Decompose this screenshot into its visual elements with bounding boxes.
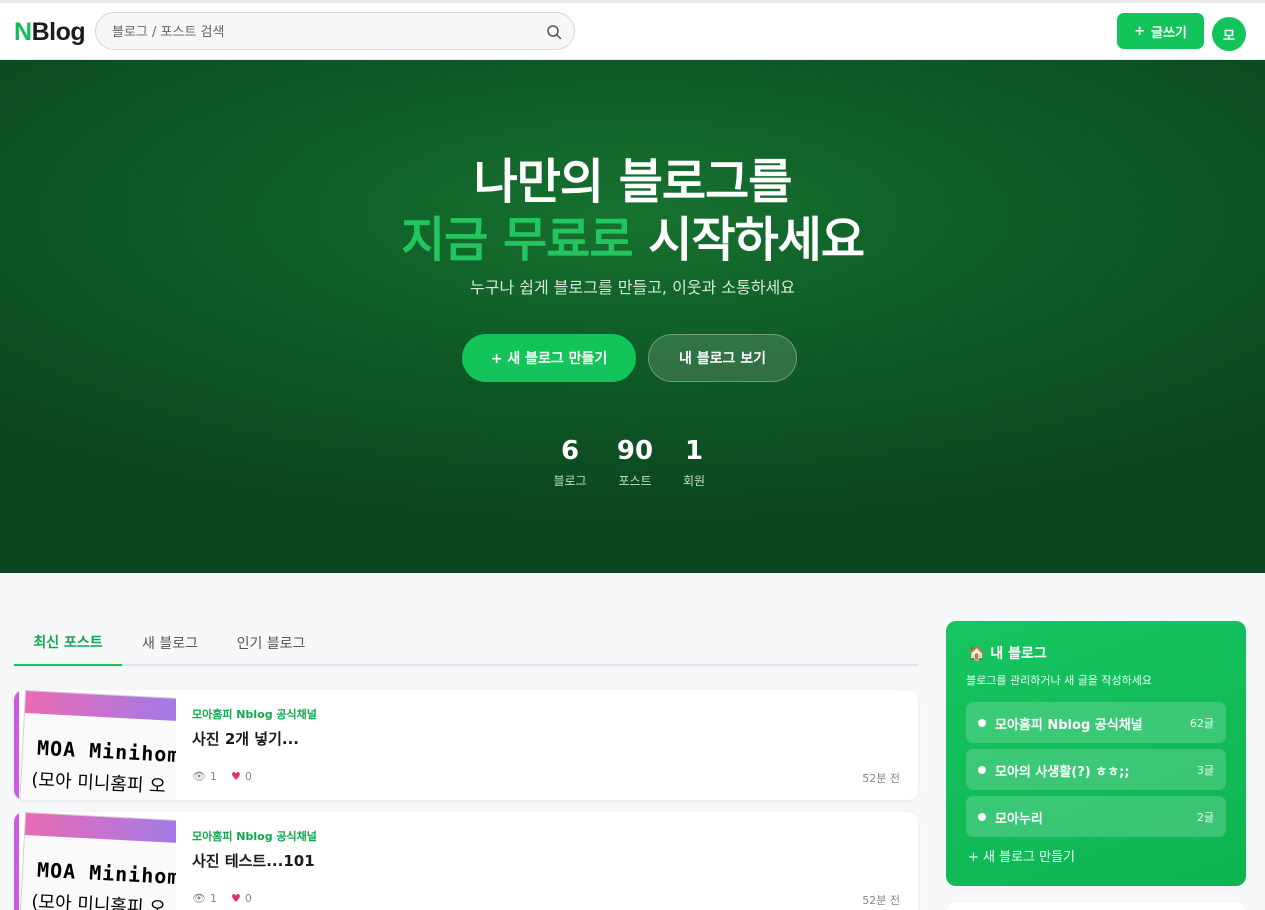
house-icon: 🏠 (968, 646, 986, 662)
post-meta: 👁 1 ♥ 0 (192, 770, 252, 783)
my-blog-item[interactable]: 모아홈피 Nblog 공식채널 62글 (966, 702, 1226, 743)
hero-banner: 나만의 블로그를 지금 무료로 시작하세요 누구나 쉽게 블로그를 만들고, 이… (0, 60, 1265, 573)
search-input[interactable] (112, 22, 532, 42)
tab-latest-posts[interactable]: 최신 포스트 (14, 620, 122, 666)
post-card[interactable]: MOA Minihomp (모아 미니홈피 오 모아홈피 Nblog 공식채널 … (14, 690, 918, 800)
hero-subtitle: 누구나 쉽게 블로그를 만들고, 이웃과 소통하세요 (470, 278, 795, 297)
post-meta: 👁 1 ♥ 0 (192, 892, 252, 905)
new-blog-link[interactable]: + 새 블로그 만들기 (968, 846, 1075, 865)
plus-icon: + (1134, 23, 1145, 39)
my-blog-item[interactable]: 모아누리 2글 (966, 796, 1226, 837)
content-tabs: 최신 포스트 새 블로그 인기 블로그 (14, 620, 918, 666)
my-blog-title: 🏠 내 블로그 (968, 646, 1047, 662)
create-blog-button[interactable]: + 새 블로그 만들기 (462, 334, 636, 382)
my-blog-subtitle: 블로그를 관리하거나 새 글을 작성하세요 (966, 674, 1153, 687)
heart-icon: ♥ (230, 892, 241, 905)
search-icon[interactable] (546, 24, 562, 40)
heart-icon: ♥ (230, 770, 241, 783)
user-avatar[interactable]: 모 (1212, 17, 1246, 51)
post-title[interactable]: 사진 테스트...101 (192, 850, 315, 871)
tab-popular-blogs[interactable]: 인기 블로그 (226, 620, 316, 666)
write-post-button[interactable]: + 글쓰기 (1117, 13, 1204, 49)
nblog-logo[interactable]: NBlog (14, 18, 86, 47)
post-time: 52분 전 (862, 894, 900, 907)
search-bar (95, 12, 575, 50)
tab-new-blogs[interactable]: 새 블로그 (132, 620, 208, 666)
eye-icon: 👁 (192, 892, 206, 905)
post-thumbnail: MOA Minihomp (모아 미니홈피 오 (14, 690, 176, 800)
stat-members: 1 회원 (682, 436, 706, 488)
top-header: NBlog + 글쓰기 모 (0, 0, 1265, 60)
post-thumbnail: MOA Minihomp (모아 미니홈피 오 (14, 812, 176, 910)
eye-icon: 👁 (192, 770, 206, 783)
view-my-blog-button[interactable]: 내 블로그 보기 (648, 334, 797, 382)
sidebar-next-card (946, 902, 1246, 910)
stat-blogs: 6 블로그 (553, 436, 587, 488)
my-blog-panel: 🏠 내 블로그 블로그를 관리하거나 새 글을 작성하세요 모아홈피 Nblog… (946, 621, 1246, 886)
post-blog-name[interactable]: 모아홈피 Nblog 공식채널 (192, 706, 317, 722)
post-time: 52분 전 (862, 772, 900, 785)
my-blog-item[interactable]: 모아의 사생활(?) ㅎㅎ;; 3글 (966, 749, 1226, 790)
post-card[interactable]: MOA Minihomp (모아 미니홈피 오 모아홈피 Nblog 공식채널 … (14, 812, 918, 910)
hero-title-line2: 지금 무료로 시작하세요 (400, 212, 865, 268)
post-blog-name[interactable]: 모아홈피 Nblog 공식채널 (192, 828, 317, 844)
post-title[interactable]: 사진 2개 넣기... (192, 728, 299, 749)
